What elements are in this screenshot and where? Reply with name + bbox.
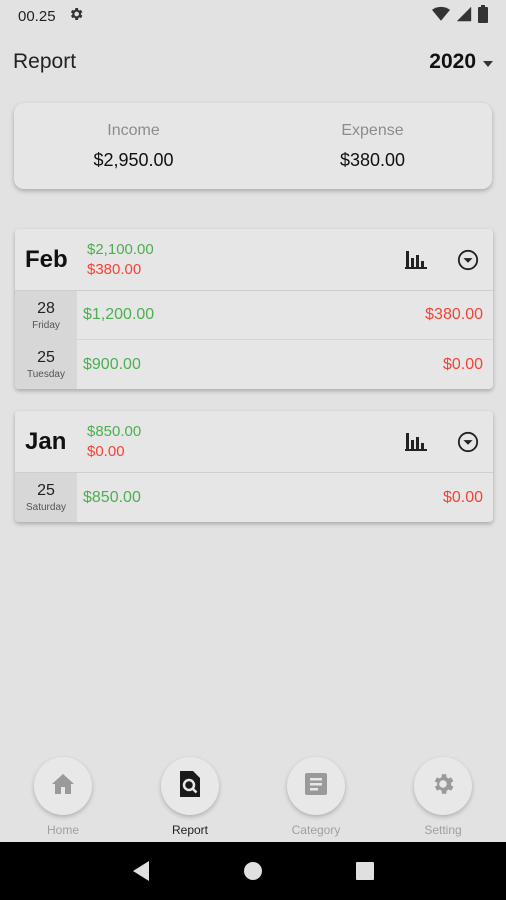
nav-label: Report xyxy=(171,823,209,837)
month-totals: $2,100.00 $380.00 xyxy=(87,241,154,278)
nav-home-button[interactable] xyxy=(34,757,92,815)
expense-label: Expense xyxy=(341,121,404,139)
day-box: 25 Saturday xyxy=(15,473,77,522)
day-weekday: Saturday xyxy=(25,502,67,513)
bar-chart-icon[interactable] xyxy=(403,429,429,455)
income-total: $2,950.00 xyxy=(93,149,174,170)
nav-setting-button[interactable] xyxy=(414,757,472,815)
gear-icon xyxy=(430,771,456,802)
nav-setting[interactable]: Setting xyxy=(403,757,483,837)
month-card-jan: Jan $850.00 $0.00 25 Saturday $850.00 $0… xyxy=(15,411,493,522)
summary-card: Income $2,950.00 Expense $380.00 xyxy=(14,103,492,189)
day-weekday: Tuesday xyxy=(27,369,65,380)
day-expense: $0.00 xyxy=(442,488,483,506)
day-number: 25 xyxy=(37,349,55,366)
day-income: $900.00 xyxy=(83,355,141,373)
signal-icon xyxy=(456,6,472,26)
day-box: 28 Friday xyxy=(15,291,77,339)
nav-home[interactable]: Home xyxy=(23,757,103,837)
nav-label: Category xyxy=(291,823,341,837)
status-bar: 00.25 xyxy=(0,0,506,32)
home-icon xyxy=(51,773,75,800)
status-time: 00.25 xyxy=(18,7,56,25)
year-dropdown[interactable]: 2020 xyxy=(429,50,494,74)
expand-circle-icon[interactable] xyxy=(455,247,481,273)
month-card-feb: Feb $2,100.00 $380.00 28 Friday $1,200.0… xyxy=(15,229,493,389)
recents-icon[interactable] xyxy=(353,859,377,883)
month-header: Jan $850.00 $0.00 xyxy=(15,411,493,473)
month-header: Feb $2,100.00 $380.00 xyxy=(15,229,493,291)
nav-label: Setting xyxy=(424,823,462,837)
day-number: 28 xyxy=(37,299,55,317)
bar-chart-icon[interactable] xyxy=(403,247,429,273)
income-summary: Income $2,950.00 xyxy=(14,103,253,189)
nav-category[interactable]: Category xyxy=(276,757,356,837)
back-icon[interactable] xyxy=(129,859,153,883)
nav-label: Home xyxy=(46,823,79,837)
day-box: 25 Tuesday xyxy=(15,340,77,389)
day-income: $850.00 xyxy=(83,488,141,506)
nav-report[interactable]: Report xyxy=(150,757,230,837)
gear-icon xyxy=(68,6,84,26)
month-name: Feb xyxy=(25,245,68,273)
page-title: Report xyxy=(13,50,77,73)
day-expense: $0.00 xyxy=(442,355,483,373)
expand-circle-icon[interactable] xyxy=(455,429,481,455)
expense-summary: Expense $380.00 xyxy=(253,103,492,189)
wifi-icon xyxy=(432,6,450,26)
day-weekday: Friday xyxy=(32,319,60,331)
day-number: 25 xyxy=(37,482,55,499)
day-income: $1,200.00 xyxy=(83,306,155,323)
bottom-nav: Home Report Category Setting xyxy=(0,752,506,842)
year-value: 2020 xyxy=(429,50,476,73)
system-nav-bar xyxy=(0,842,506,900)
home-circle-icon[interactable] xyxy=(241,859,265,883)
month-expense: $380.00 xyxy=(87,261,142,278)
income-label: Income xyxy=(107,121,160,139)
day-row[interactable]: 28 Friday $1,200.00 $380.00 xyxy=(15,291,493,340)
month-totals: $850.00 $0.00 xyxy=(87,423,141,460)
month-income: $850.00 xyxy=(87,423,142,440)
month-name: Jan xyxy=(25,427,67,455)
nav-category-button[interactable] xyxy=(287,757,345,815)
nav-report-button[interactable] xyxy=(161,757,219,815)
battery-icon xyxy=(478,5,488,27)
category-icon xyxy=(305,772,327,800)
report-search-icon xyxy=(178,770,202,802)
expense-total: $380.00 xyxy=(339,149,406,170)
month-income: $2,100.00 xyxy=(87,241,154,258)
day-row[interactable]: 25 Saturday $850.00 $0.00 xyxy=(15,473,493,522)
month-expense: $0.00 xyxy=(87,443,125,460)
day-row[interactable]: 25 Tuesday $900.00 $0.00 xyxy=(15,340,493,389)
dropdown-arrow-icon xyxy=(482,50,494,74)
app-header: Report 2020 xyxy=(0,44,506,80)
day-expense: $380.00 xyxy=(425,306,483,323)
